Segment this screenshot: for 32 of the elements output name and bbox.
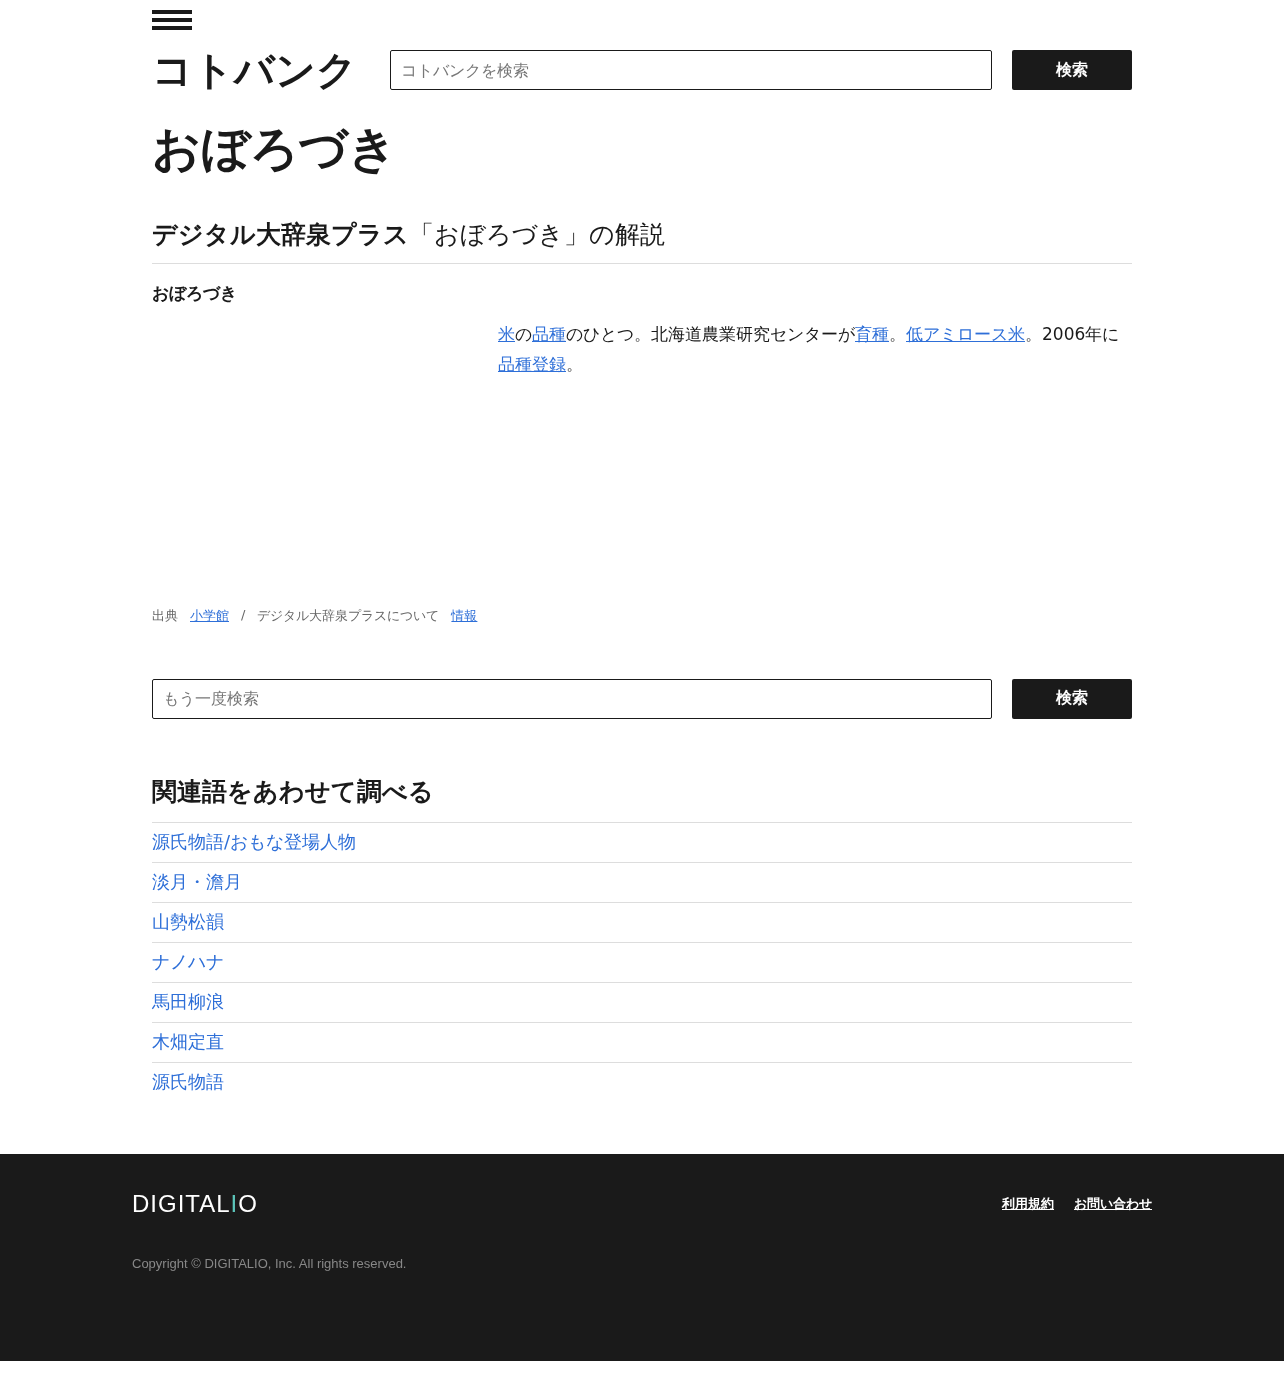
footer-link[interactable]: 利用規約: [1002, 1194, 1054, 1213]
definition-text: 米の品種のひとつ。北海道農業研究センターが育種。低アミロース米。2006年に 品種登録。: [498, 322, 1121, 376]
footer-logo[interactable]: DIGITALIO: [132, 1189, 258, 1218]
related-link[interactable]: 馬田柳浪: [152, 990, 224, 1015]
copyright-text: Copyright © DIGITALIO, Inc. All rights reserved.: [132, 1255, 408, 1271]
related-link[interactable]: 源氏物語/おもな登場人物: [152, 830, 357, 855]
footer-link[interactable]: お問い合わせ: [1074, 1194, 1152, 1213]
definition-link[interactable]: 米: [498, 323, 515, 344]
definition-link[interactable]: 低アミロース米: [906, 323, 1025, 344]
credit-text: 出典: [152, 606, 178, 625]
search-button[interactable]: 検索: [1012, 678, 1132, 719]
related-link[interactable]: 源氏物語: [152, 1070, 224, 1095]
page-title: おぼろづき: [152, 120, 398, 178]
definition-link[interactable]: 品種: [532, 323, 566, 344]
related-link[interactable]: ナノハナ: [152, 950, 224, 975]
menu-icon[interactable]: [152, 10, 192, 30]
credit-text: /: [241, 606, 246, 624]
definition-link[interactable]: 品種登録: [498, 353, 566, 374]
search-button[interactable]: 検索: [1012, 50, 1132, 90]
credit-link[interactable]: 情報: [451, 606, 478, 625]
related-link[interactable]: 淡月・澹月: [152, 870, 242, 895]
entry-term: おぼろづき: [152, 281, 238, 305]
section-heading: デジタル大辞泉プラス「おぼろづき」の解説: [152, 218, 665, 251]
related-heading: 関連語をあわせて調べる: [152, 775, 435, 808]
credit-link[interactable]: 小学館: [190, 606, 229, 625]
related-link[interactable]: 山勢松韻: [152, 910, 224, 935]
credit-text: デジタル大辞泉プラスについて: [257, 606, 440, 625]
related-link[interactable]: 木畑定直: [152, 1030, 224, 1055]
definition-link[interactable]: 育種: [855, 323, 889, 344]
search-field[interactable]: コトバンクを検索: [390, 50, 992, 90]
site-logo[interactable]: コトバンク: [152, 50, 370, 90]
search-field[interactable]: もう一度検索: [152, 678, 992, 719]
